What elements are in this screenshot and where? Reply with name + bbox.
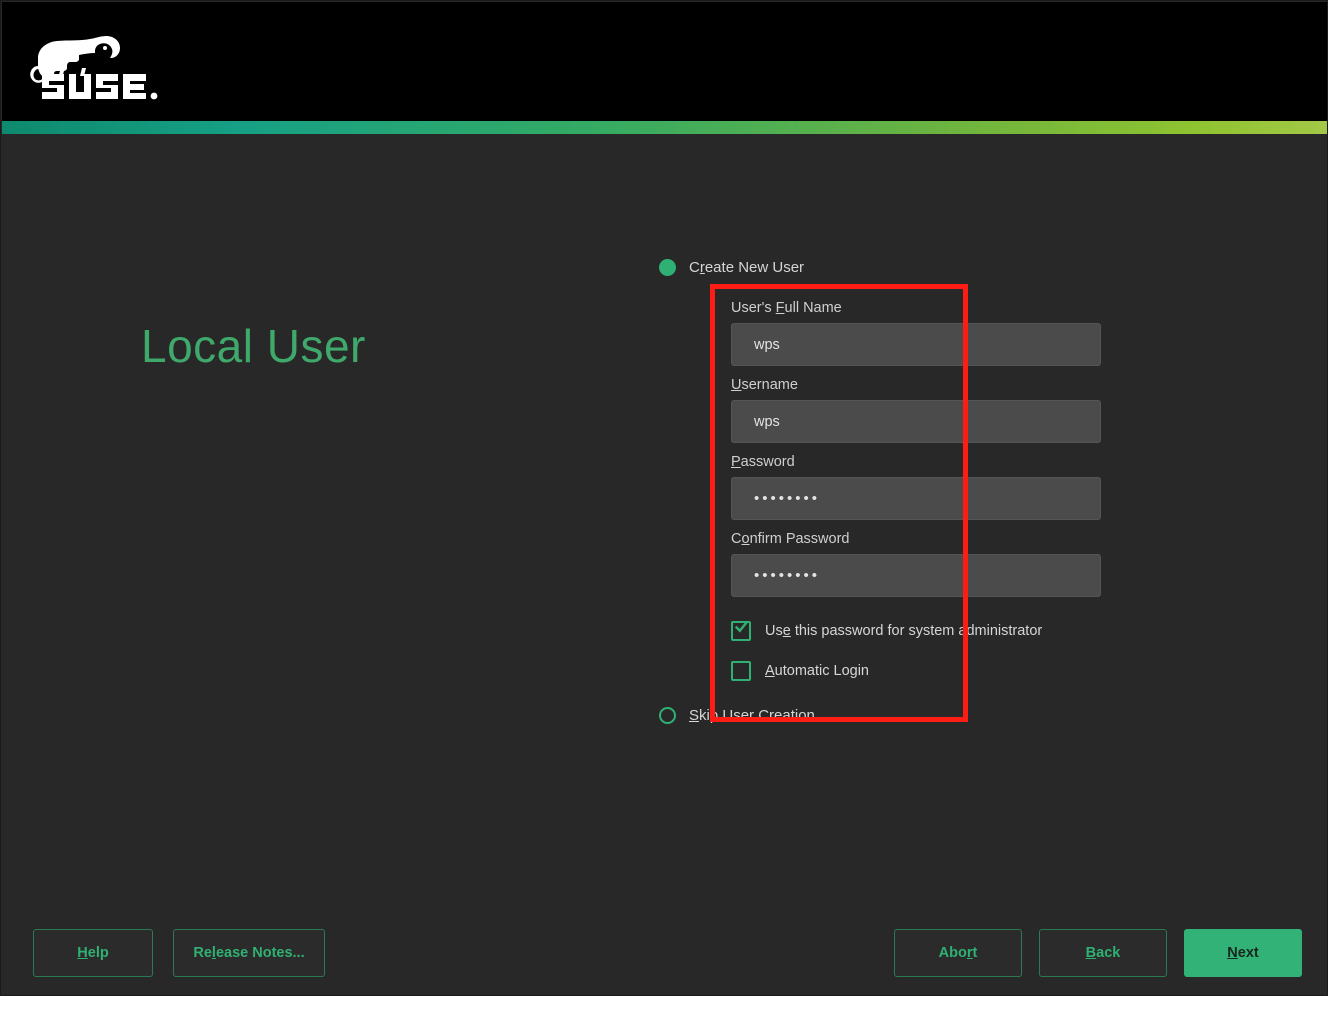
abort-button-label: Abort (939, 945, 978, 961)
label-post: t (973, 945, 978, 961)
field-full-name-label: User's Full Name (731, 300, 1101, 316)
field-group: User's Full Name wps Username wps Passwo… (731, 300, 1101, 597)
checkbox-checked-icon (731, 621, 751, 641)
field-username: Username wps (731, 377, 1101, 443)
field-full-name: User's Full Name wps (731, 300, 1101, 366)
password-input[interactable]: •••••••• (731, 477, 1101, 520)
label-post: sername (741, 377, 797, 393)
label-post: ext (1238, 945, 1259, 961)
label-pre: User's (731, 300, 776, 316)
next-button-label: Next (1227, 945, 1258, 961)
field-confirm-password-label: Confirm Password (731, 531, 1101, 547)
radio-unselected-icon (659, 707, 676, 724)
radio-create-new-user[interactable]: Create New User (659, 256, 1119, 278)
label-pre: Us (765, 623, 783, 639)
checkbox-use-password-for-admin-label: Use this password for system administrat… (765, 623, 1042, 639)
label-post: utomatic Login (775, 663, 869, 679)
label-post: nfirm Password (750, 531, 850, 547)
installer-window: Local User Create New User User's Full N… (0, 0, 1328, 996)
check-tick-icon (735, 621, 748, 634)
help-button-label: Help (77, 945, 108, 961)
label-accelerator: F (776, 300, 785, 316)
label-pre: C (689, 259, 700, 276)
label-post: kip User Creation (699, 707, 815, 724)
label-post: eate New User (705, 259, 804, 276)
radio-selected-icon (659, 259, 676, 276)
checkbox-group: Use this password for system administrat… (731, 618, 1119, 684)
next-button[interactable]: Next (1184, 929, 1302, 977)
label-pre: Abo (939, 945, 967, 961)
release-notes-button[interactable]: Release Notes... (173, 929, 325, 977)
checkbox-automatic-login[interactable]: Automatic Login (731, 658, 1119, 684)
label-accelerator: H (77, 945, 87, 961)
radio-create-new-user-label: Create New User (689, 259, 804, 276)
label-post: this password for system administrator (791, 623, 1042, 639)
checkbox-use-password-for-admin[interactable]: Use this password for system administrat… (731, 618, 1119, 644)
full-name-input[interactable]: wps (731, 323, 1101, 366)
radio-skip-user-creation[interactable]: Skip User Creation (659, 704, 1119, 726)
label-post: ull Name (785, 300, 842, 316)
abort-button[interactable]: Abort (894, 929, 1022, 977)
label-accelerator: o (741, 531, 749, 547)
label-accelerator: B (1086, 945, 1096, 961)
field-confirm-password: Confirm Password •••••••• (731, 531, 1101, 597)
label-pre: Re (193, 945, 212, 961)
label-accelerator: U (731, 377, 741, 393)
label-post: elp (88, 945, 109, 961)
header-bar (2, 2, 1328, 121)
help-button[interactable]: Help (33, 929, 153, 977)
field-password: Password •••••••• (731, 454, 1101, 520)
radio-skip-user-creation-label: Skip User Creation (689, 707, 815, 724)
label-post: ease Notes... (216, 945, 305, 961)
page-title: Local User (141, 319, 366, 373)
page-title-text: Local User (141, 320, 366, 372)
label-accelerator: A (765, 663, 775, 679)
field-username-label: Username (731, 377, 1101, 393)
label-post: assword (741, 454, 795, 470)
release-notes-button-label: Release Notes... (193, 945, 304, 961)
label-accelerator: P (731, 454, 741, 470)
accent-gradient-bar (2, 121, 1328, 134)
confirm-password-input[interactable]: •••••••• (731, 554, 1101, 597)
username-input[interactable]: wps (731, 400, 1101, 443)
checkbox-unchecked-icon (731, 661, 751, 681)
screen: Local User Create New User User's Full N… (0, 0, 1344, 1014)
field-password-label: Password (731, 454, 1101, 470)
label-post: ack (1096, 945, 1120, 961)
suse-chameleon-logo-icon (24, 28, 164, 100)
checkbox-automatic-login-label: Automatic Login (765, 663, 869, 679)
label-accelerator: N (1227, 945, 1237, 961)
back-button[interactable]: Back (1039, 929, 1167, 977)
local-user-form: Create New User User's Full Name wps Use… (659, 256, 1119, 726)
label-accelerator: S (689, 707, 699, 724)
label-accelerator: e (783, 623, 791, 639)
back-button-label: Back (1086, 945, 1121, 961)
label-pre: C (731, 531, 741, 547)
